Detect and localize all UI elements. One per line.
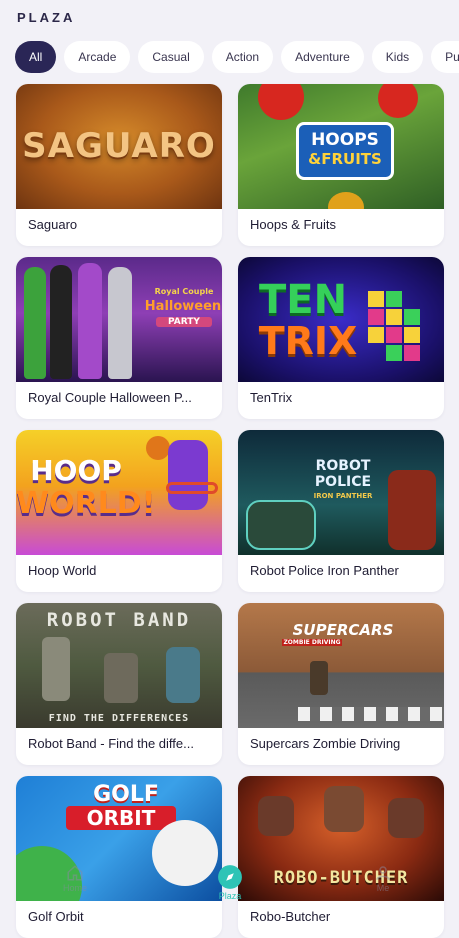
game-grid: SAGUARO Saguaro HOOPS &FRUITS Hoops & Fr… [0, 0, 459, 938]
game-title: TenTrix [250, 390, 293, 405]
game-card-saguaro[interactable]: SAGUARO Saguaro [16, 84, 222, 246]
game-thumbnail: ROBOT POLICE IRON PANTHER [238, 430, 444, 555]
compass-icon [218, 865, 242, 889]
game-title: Supercars Zombie Driving [250, 736, 401, 751]
game-thumbnail: SUPERCARS ZOMBIE DRIVING [238, 603, 444, 728]
game-title: Royal Couple Halloween P... [28, 390, 192, 405]
user-icon [376, 866, 390, 880]
nav-plaza[interactable]: Plaza [200, 864, 260, 901]
game-card-royal-couple-halloween[interactable]: Royal Couple Halloween PARTY Royal Coupl… [16, 257, 222, 419]
home-icon [67, 865, 83, 881]
game-card-hoop-world[interactable]: HOOP WORLD! Hoop World [16, 430, 222, 592]
game-thumbnail: HOOP WORLD! [16, 430, 222, 555]
game-title: Hoop World [28, 563, 97, 578]
game-card-robot-band[interactable]: ROBOT BAND FIND THE DIFFERENCES Robot Ba… [16, 603, 222, 765]
game-title: Robot Band - Find the diffe... [28, 736, 194, 751]
game-card-supercars-zombie[interactable]: SUPERCARS ZOMBIE DRIVING Supercars Zombi… [238, 603, 444, 765]
game-card-tentrix[interactable]: TEN TRIX TenTrix [238, 257, 444, 419]
game-thumbnail: TEN TRIX [238, 257, 444, 382]
game-card-hoops-fruits[interactable]: HOOPS &FRUITS Hoops & Fruits [238, 84, 444, 246]
game-title: Robot Police Iron Panther [250, 563, 399, 578]
game-thumbnail: Royal Couple Halloween PARTY [16, 257, 222, 382]
game-thumbnail: HOOPS &FRUITS [238, 84, 444, 209]
nav-me[interactable]: Me [353, 864, 413, 893]
game-thumbnail: ROBOT BAND FIND THE DIFFERENCES [16, 603, 222, 728]
game-title: Saguaro [28, 217, 78, 232]
nav-me-label: Me [376, 883, 390, 893]
bottom-navigation: Home Plaza Me [0, 858, 459, 923]
nav-plaza-label: Plaza [218, 891, 242, 901]
game-thumbnail: SAGUARO [16, 84, 222, 209]
nav-home[interactable]: Home [45, 864, 105, 893]
game-card-robot-police[interactable]: ROBOT POLICE IRON PANTHER Robot Police I… [238, 430, 444, 592]
game-title: Hoops & Fruits [250, 217, 336, 232]
nav-home-label: Home [62, 883, 87, 893]
